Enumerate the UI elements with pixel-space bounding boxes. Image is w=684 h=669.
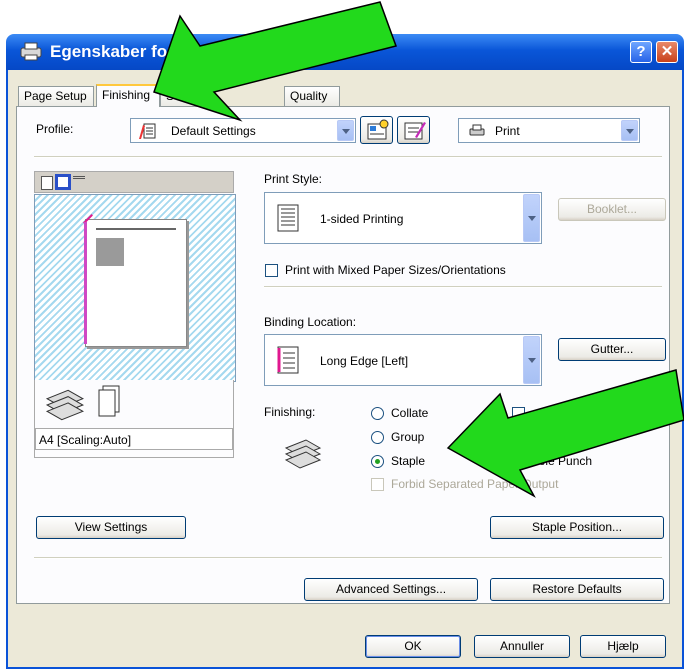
print-style-value: 1-sided Printing: [320, 212, 404, 226]
group-label: Group: [391, 430, 425, 444]
printer-view-icon[interactable]: [55, 174, 71, 190]
paper-size-label: A4 [Scaling:Auto]: [39, 433, 132, 447]
tab-finishing[interactable]: Finishing: [96, 84, 160, 107]
page-preview: [34, 194, 236, 382]
settings-view-icon[interactable]: [73, 176, 85, 191]
binding-location-select[interactable]: Long Edge [Left]: [264, 334, 542, 386]
profile-icon: [139, 123, 156, 139]
binding-location-value: Long Edge [Left]: [320, 354, 409, 368]
chevron-down-icon[interactable]: [621, 120, 638, 141]
profile-label: Profile:: [36, 122, 74, 136]
window-title: Egenskaber for C: [50, 42, 191, 61]
advanced-settings-button[interactable]: Advanced Settings...: [304, 578, 478, 601]
edit-profile-icon: [404, 122, 426, 140]
ok-button[interactable]: OK: [365, 635, 461, 658]
chevron-down-icon[interactable]: [337, 120, 354, 141]
preview-header: [34, 171, 234, 193]
bottom-separator: [34, 557, 662, 559]
title-bar[interactable]: Egenskaber for C ? ✕: [6, 34, 684, 70]
binding-edge: [84, 222, 87, 344]
chevron-down-icon[interactable]: [523, 336, 540, 384]
cancel-button[interactable]: Annuller: [474, 635, 570, 658]
collate-radio[interactable]: [371, 407, 384, 420]
profile-add-button[interactable]: [360, 116, 393, 144]
help-button[interactable]: Hjælp: [580, 635, 666, 658]
hole-punch-label: Hole Punch: [530, 454, 593, 468]
preview-image: [96, 238, 124, 266]
output-method-select[interactable]: Print: [458, 118, 640, 143]
hole-punch-checkbox[interactable]: [512, 455, 525, 468]
binding-left-icon: [277, 346, 299, 374]
chevron-down-icon[interactable]: [523, 194, 540, 242]
restore-defaults-button[interactable]: Restore Defaults: [490, 578, 664, 601]
collate-label: Collate: [391, 406, 429, 420]
forbid-separated-label: Forbid Separated Paper Output: [391, 477, 559, 491]
preview-paper: [83, 214, 187, 347]
pages-icon: [98, 385, 120, 417]
view-settings-button[interactable]: View Settings: [36, 516, 186, 539]
print-icon: [469, 124, 485, 136]
add-profile-icon: [367, 119, 388, 140]
gutter-button[interactable]: Gutter...: [558, 338, 666, 361]
upper-right-checkbox[interactable]: [512, 407, 525, 420]
finishing-stack-icon: [284, 439, 322, 469]
one-sided-page-icon: [277, 204, 299, 232]
header-separator: [34, 156, 662, 158]
printer-app-icon: [20, 42, 42, 61]
mid-separator: [264, 286, 662, 288]
help-title-button[interactable]: ?: [630, 41, 652, 63]
tab-page-setup[interactable]: Page Setup: [18, 86, 94, 106]
staple-position-button[interactable]: Staple Position...: [490, 516, 664, 539]
profile-select[interactable]: Default Settings: [130, 118, 356, 143]
close-button[interactable]: ✕: [656, 41, 678, 63]
group-radio[interactable]: [371, 431, 384, 444]
paper-label-box: A4 [Scaling:Auto]: [35, 428, 233, 450]
print-style-label: Print Style:: [264, 172, 323, 186]
profile-edit-button[interactable]: [397, 116, 430, 144]
tab-quality[interactable]: Quality: [284, 86, 340, 106]
tab-source[interactable]: Source: [160, 86, 212, 106]
binding-location-label: Binding Location:: [264, 315, 357, 329]
staple-stack-icon: [45, 389, 85, 421]
booklet-button[interactable]: Booklet...: [558, 198, 666, 221]
output-method-value: Print: [495, 124, 520, 138]
profile-value: Default Settings: [171, 124, 256, 138]
preview-text-line: [96, 228, 176, 230]
mixed-paper-label: Print with Mixed Paper Sizes/Orientation…: [285, 263, 506, 277]
staple-radio[interactable]: [371, 455, 384, 468]
staple-label: Staple: [391, 454, 426, 468]
print-style-select[interactable]: 1-sided Printing: [264, 192, 542, 244]
preview-footer: A4 [Scaling:Auto]: [34, 380, 234, 458]
forbid-separated-checkbox[interactable]: [371, 478, 384, 491]
page-view-icon[interactable]: [41, 176, 53, 190]
mixed-paper-checkbox[interactable]: [265, 264, 278, 277]
finishing-label: Finishing:: [264, 405, 316, 419]
